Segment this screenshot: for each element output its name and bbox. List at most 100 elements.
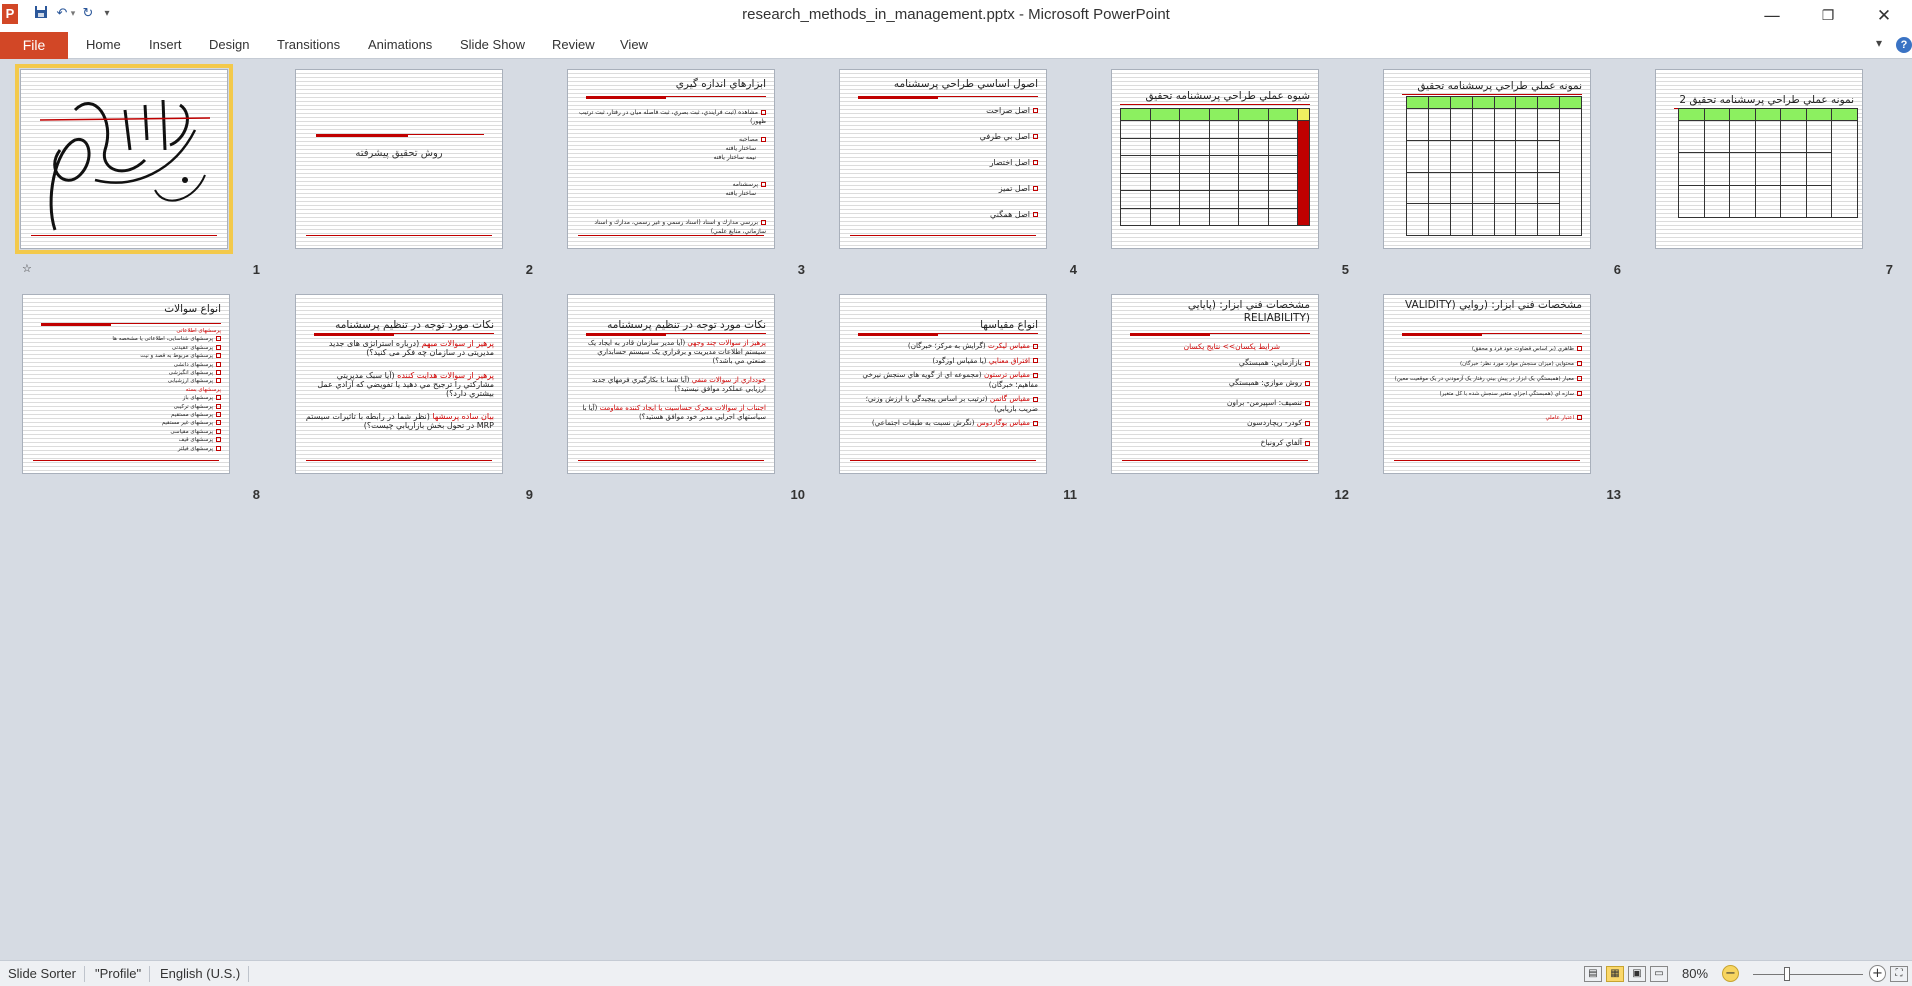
slide-divider bbox=[578, 460, 764, 461]
slide-divider bbox=[850, 460, 1036, 461]
zoom-level[interactable]: 80% bbox=[1682, 966, 1708, 981]
slide-number: 10 bbox=[790, 487, 805, 502]
slide-thumbnail-9[interactable]: نکات مورد توجه در تنظيم پرسشنامه پرهيز ا… bbox=[295, 294, 503, 474]
slide-number: 1 bbox=[252, 262, 260, 277]
tab-home[interactable]: Home bbox=[86, 37, 121, 52]
slide-divider bbox=[306, 460, 492, 461]
fit-to-window-icon[interactable]: ⛶ bbox=[1890, 966, 1908, 982]
slide-sorter-pane[interactable]: 1 ☆ روش تحقيق پيشرفته 2 ابزارهاي اندازه … bbox=[0, 60, 1912, 960]
slide-number: 9 bbox=[525, 487, 533, 502]
slide-body: ظاهري (بر اساس قضاوت خود فرد و محقق) محت… bbox=[1392, 345, 1582, 422]
slide-thumbnail-12[interactable]: مشخصات فني ابزار: (پايايي (RELIABILITY ش… bbox=[1111, 294, 1319, 474]
tab-slide-show[interactable]: Slide Show bbox=[460, 37, 525, 52]
title-accent-line bbox=[408, 134, 484, 135]
tab-design[interactable]: Design bbox=[209, 37, 249, 52]
tab-animations[interactable]: Animations bbox=[368, 37, 432, 52]
title-accent-bar bbox=[858, 333, 938, 336]
title-accent-line bbox=[938, 333, 1038, 334]
slide-title: انواع مقياسها bbox=[980, 319, 1038, 331]
slide-sorter-view-icon[interactable]: ▦ bbox=[1606, 966, 1624, 982]
slide-title: نمونه عملي طراحي پرسشنامه تحقيق 2 bbox=[1679, 94, 1854, 106]
tab-view[interactable]: View bbox=[620, 37, 648, 52]
minimize-ribbon-icon[interactable]: ▾ bbox=[1876, 36, 1882, 50]
window-title: research_methods_in_management.pptx - Mi… bbox=[742, 6, 1170, 23]
slide-number: 3 bbox=[797, 262, 805, 277]
slide-title: نکات مورد توجه در تنظيم پرسشنامه bbox=[335, 319, 494, 331]
slide-number: 13 bbox=[1606, 487, 1621, 502]
slide-title: روش تحقيق پيشرفته bbox=[355, 148, 443, 159]
ribbon-tab-bar: File Home Insert Design Transitions Anim… bbox=[0, 31, 1912, 59]
zoom-slider-thumb[interactable] bbox=[1784, 967, 1790, 981]
slide-thumbnail-2[interactable]: روش تحقيق پيشرفته bbox=[295, 69, 503, 249]
help-icon[interactable]: ? bbox=[1896, 37, 1912, 53]
slide-body: پرسشهای اطلاعاتی پرسشهای شناسایی، اطلاعا… bbox=[112, 328, 221, 452]
title-accent-line bbox=[938, 96, 1038, 97]
slide-thumbnail-5[interactable]: شيوه عملي طراحي پرسشنامه تحقيق bbox=[1111, 69, 1319, 249]
reading-view-icon[interactable]: ▣ bbox=[1628, 966, 1646, 982]
minimize-button[interactable]: — bbox=[1752, 3, 1792, 29]
title-accent-bar bbox=[41, 323, 111, 326]
title-accent-bar bbox=[1130, 333, 1210, 336]
slide-title: اصول اساسي طراحي پرسشنامه bbox=[893, 78, 1038, 90]
slide-divider bbox=[306, 235, 492, 236]
slide-thumbnail-11[interactable]: انواع مقياسها مقياس ليکرت (گرايش به مرکز… bbox=[839, 294, 1047, 474]
title-accent-line bbox=[666, 333, 766, 334]
title-accent-bar bbox=[316, 134, 408, 137]
slide-divider bbox=[31, 235, 217, 236]
slide-number: 2 bbox=[525, 262, 533, 277]
slide-divider bbox=[33, 460, 219, 461]
calligraphy-image bbox=[39, 99, 211, 231]
slide-thumbnail-1[interactable] bbox=[15, 64, 233, 254]
slide-thumbnail-7[interactable]: نمونه عملي طراحي پرسشنامه تحقيق 2 bbox=[1655, 69, 1863, 249]
slide-title: مشخصات فني ابزار: (پايايي (RELIABILITY bbox=[1187, 299, 1310, 324]
slide-number: 6 bbox=[1613, 262, 1621, 277]
slide-title: شيوه عملي طراحي پرسشنامه تحقيق bbox=[1145, 90, 1310, 102]
zoom-out-button[interactable]: − bbox=[1722, 965, 1739, 982]
slide-body: اصل صراحت اصل بي طرفي اصل اختصار اصل تمي… bbox=[848, 98, 1038, 228]
slide-body: مقياس ليکرت (گرايش به مرکز؛ خبرگان) افتر… bbox=[862, 341, 1038, 427]
questionnaire-table bbox=[1678, 108, 1858, 219]
language-indicator[interactable]: English (U.S.) bbox=[160, 966, 240, 981]
slide-thumbnail-10[interactable]: نکات مورد توجه در تنظيم پرسشنامه پرهيز ا… bbox=[567, 294, 775, 474]
slide-number: 11 bbox=[1063, 487, 1077, 502]
file-tab[interactable]: File bbox=[0, 32, 68, 59]
slide-number: 5 bbox=[1341, 262, 1349, 277]
slide-body: مشاهده (ثبت فرايندي، ثبت بصري، ثبت فاصله… bbox=[579, 109, 766, 235]
slide-thumbnail-4[interactable]: اصول اساسي طراحي پرسشنامه اصل صراحت اصل … bbox=[839, 69, 1047, 249]
slide-show-view-icon[interactable]: ▭ bbox=[1650, 966, 1668, 982]
title-accent-bar bbox=[586, 333, 666, 336]
slide-number: 8 bbox=[252, 487, 260, 502]
slide-transition-icon[interactable]: ☆ bbox=[22, 262, 32, 275]
normal-view-icon[interactable]: ▤ bbox=[1584, 966, 1602, 982]
slide-number: 12 bbox=[1334, 487, 1349, 502]
close-button[interactable]: ✕ bbox=[1864, 3, 1904, 29]
slide-thumbnail-6[interactable]: نمونه عملي طراحي پرسشنامه تحقيق bbox=[1383, 69, 1591, 249]
title-accent-line bbox=[394, 333, 494, 334]
slide-title: انواع سوالات bbox=[164, 303, 221, 315]
theme-name[interactable]: "Profile" bbox=[95, 966, 141, 981]
slide-divider bbox=[850, 235, 1036, 236]
view-name: Slide Sorter bbox=[8, 966, 76, 981]
slide-thumbnail-8[interactable]: انواع سوالات پرسشهای اطلاعاتی پرسشهای شن… bbox=[22, 294, 230, 474]
tab-transitions[interactable]: Transitions bbox=[277, 37, 340, 52]
title-accent-bar bbox=[586, 96, 666, 99]
slide-thumbnail-3[interactable]: ابزارهاي اندازه گيري مشاهده (ثبت فرايندي… bbox=[567, 69, 775, 249]
slide-divider bbox=[1394, 460, 1580, 461]
tab-review[interactable]: Review bbox=[552, 37, 595, 52]
zoom-in-button[interactable]: + bbox=[1869, 965, 1886, 982]
slide-body: شرايط يکسان>> نتايج يکسان بازآزمايي: همب… bbox=[1120, 341, 1310, 448]
restore-button[interactable]: ❐ bbox=[1808, 3, 1848, 29]
title-accent-line bbox=[666, 96, 766, 97]
slide-body: پرهيز از سوالات چند وجهي (آيا مدير سازما… bbox=[582, 339, 766, 421]
tab-insert[interactable]: Insert bbox=[149, 37, 182, 52]
questionnaire-table bbox=[1120, 108, 1310, 226]
slide-title: مشخصات فني ابزار: (روايي (VALIDITY bbox=[1405, 299, 1582, 311]
slide-thumbnail-13[interactable]: مشخصات فني ابزار: (روايي (VALIDITY ظاهري… bbox=[1383, 294, 1591, 474]
zoom-slider[interactable] bbox=[1753, 974, 1863, 975]
status-separator bbox=[149, 966, 150, 982]
title-accent-bar bbox=[314, 333, 394, 336]
slide-number: 4 bbox=[1069, 262, 1077, 277]
title-accent-line bbox=[1120, 104, 1310, 105]
slide-title: ابزارهاي اندازه گيري bbox=[675, 78, 766, 90]
title-accent-line bbox=[1402, 94, 1582, 95]
